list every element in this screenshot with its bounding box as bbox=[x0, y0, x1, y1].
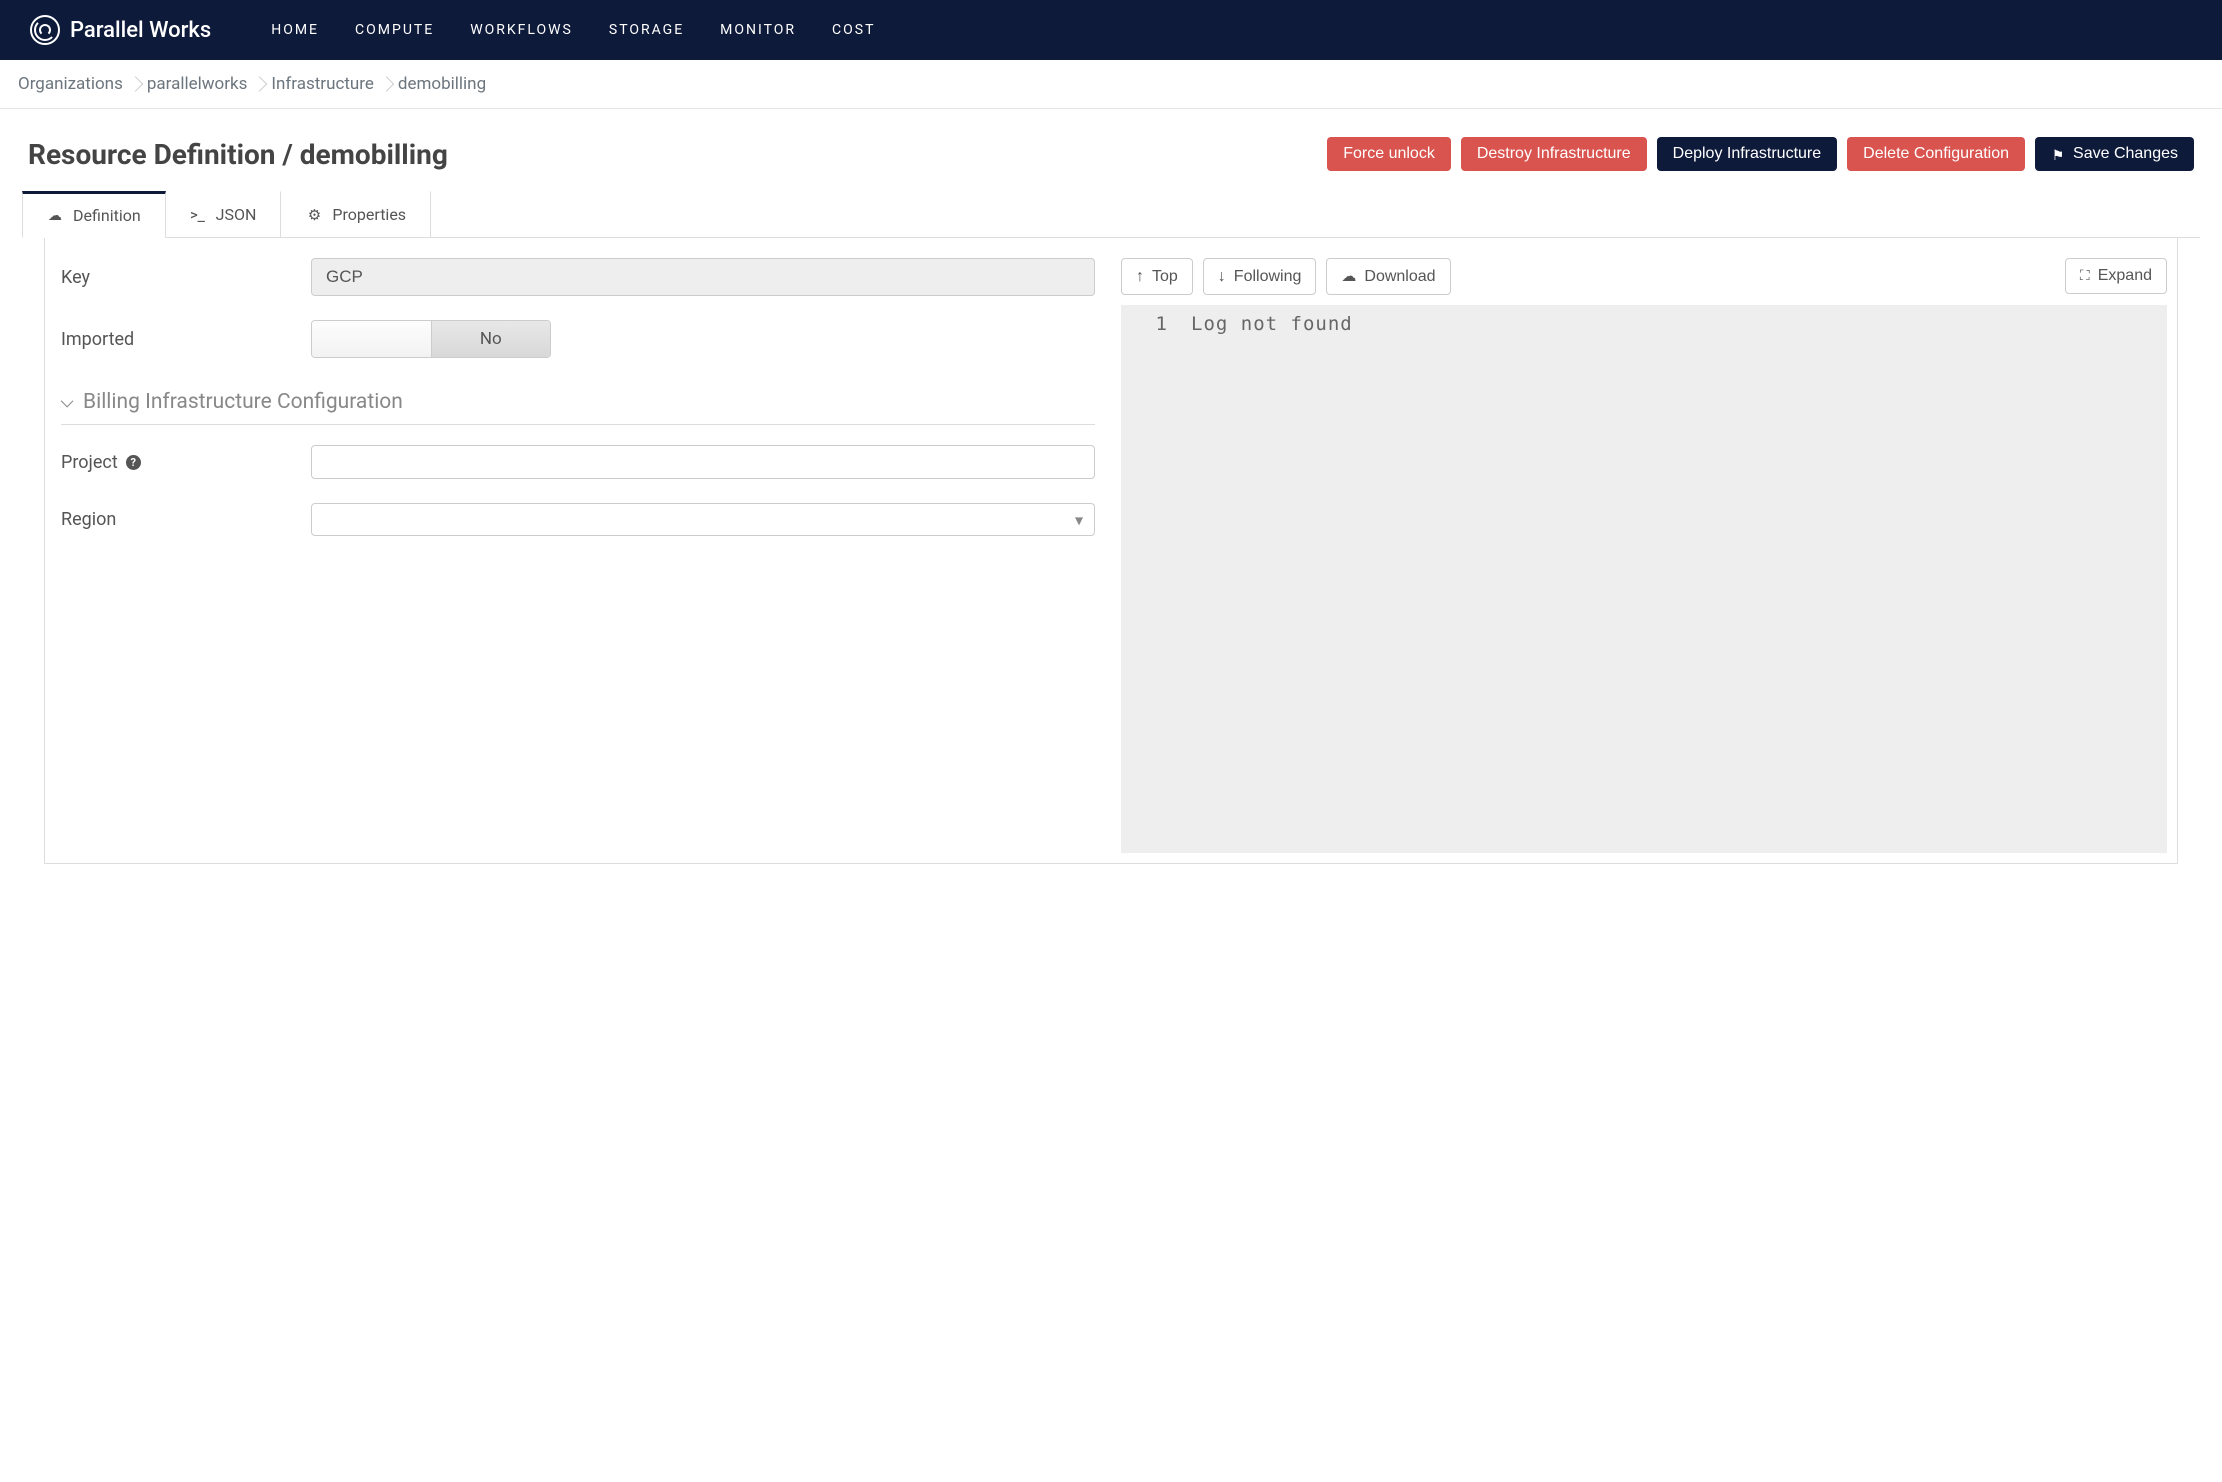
log-line-text: Log not found bbox=[1191, 313, 1353, 335]
save-changes-button[interactable]: Save Changes bbox=[2035, 137, 2194, 171]
project-label: Project ? bbox=[61, 452, 311, 473]
definition-form: Key Imported No Billing Infrastructure C… bbox=[45, 238, 1111, 863]
tab-definition[interactable]: Definition bbox=[22, 191, 166, 238]
content-panel: Key Imported No Billing Infrastructure C… bbox=[44, 238, 2178, 864]
brand-logo[interactable]: Parallel Works bbox=[30, 15, 211, 45]
destroy-infrastructure-button[interactable]: Destroy Infrastructure bbox=[1461, 137, 1647, 171]
breadcrumb: Organizations parallelworks Infrastructu… bbox=[0, 60, 2222, 109]
crumb-infrastructure[interactable]: Infrastructure bbox=[259, 74, 386, 94]
tabs: Definition JSON Properties bbox=[22, 191, 2200, 238]
chevron-down-icon bbox=[61, 395, 75, 409]
log-top-button[interactable]: Top bbox=[1121, 258, 1193, 295]
log-following-button[interactable]: Following bbox=[1203, 258, 1317, 295]
code-icon bbox=[190, 207, 206, 223]
billing-config-section-header[interactable]: Billing Infrastructure Configuration bbox=[61, 382, 1095, 425]
cloud-download-icon bbox=[1341, 267, 1356, 286]
key-input bbox=[311, 258, 1095, 296]
nav-monitor[interactable]: MONITOR bbox=[720, 22, 796, 38]
brand-name: Parallel Works bbox=[70, 18, 211, 43]
logo-swirl-icon bbox=[30, 15, 60, 45]
save-changes-label: Save Changes bbox=[2073, 145, 2178, 163]
imported-toggle[interactable]: No bbox=[311, 320, 551, 358]
log-viewer[interactable]: 1 Log not found bbox=[1121, 305, 2167, 853]
log-line-number: 1 bbox=[1137, 313, 1167, 335]
nav-storage[interactable]: STORAGE bbox=[609, 22, 684, 38]
billing-config-title: Billing Infrastructure Configuration bbox=[83, 390, 403, 414]
force-unlock-button[interactable]: Force unlock bbox=[1327, 137, 1451, 171]
arrow-up-icon bbox=[1136, 268, 1144, 286]
tab-json[interactable]: JSON bbox=[166, 191, 282, 237]
project-input[interactable] bbox=[311, 445, 1095, 479]
log-expand-button[interactable]: Expand bbox=[2065, 258, 2167, 294]
top-navbar: Parallel Works HOME COMPUTE WORKFLOWS ST… bbox=[0, 0, 2222, 60]
tab-json-label: JSON bbox=[216, 205, 257, 224]
help-icon[interactable]: ? bbox=[126, 455, 141, 470]
tab-properties-label: Properties bbox=[332, 205, 406, 224]
delete-configuration-button[interactable]: Delete Configuration bbox=[1847, 137, 2025, 171]
expand-icon bbox=[2080, 267, 2090, 285]
arrow-down-icon bbox=[1218, 268, 1226, 286]
imported-toggle-no: No bbox=[432, 321, 551, 357]
nav-compute[interactable]: COMPUTE bbox=[355, 22, 434, 38]
crumb-parallelworks[interactable]: parallelworks bbox=[135, 74, 260, 94]
crumb-organizations[interactable]: Organizations bbox=[18, 74, 135, 94]
region-label: Region bbox=[61, 509, 311, 530]
crumb-demobilling[interactable]: demobilling bbox=[386, 74, 498, 94]
imported-label: Imported bbox=[61, 329, 311, 350]
log-panel: Top Following Download Expand bbox=[1111, 238, 2177, 863]
deploy-infrastructure-button[interactable]: Deploy Infrastructure bbox=[1657, 137, 1838, 171]
nav-workflows[interactable]: WORKFLOWS bbox=[470, 22, 573, 38]
tab-definition-label: Definition bbox=[73, 206, 141, 225]
page-header: Resource Definition / demobilling Force … bbox=[0, 109, 2222, 191]
region-select[interactable] bbox=[311, 503, 1095, 536]
nav-home[interactable]: HOME bbox=[271, 22, 319, 38]
nav-links: HOME COMPUTE WORKFLOWS STORAGE MONITOR C… bbox=[271, 22, 875, 38]
log-toolbar: Top Following Download Expand bbox=[1121, 258, 2167, 295]
log-download-button[interactable]: Download bbox=[1326, 258, 1450, 295]
key-label: Key bbox=[61, 267, 311, 288]
page-title: Resource Definition / demobilling bbox=[28, 138, 448, 171]
action-buttons: Force unlock Destroy Infrastructure Depl… bbox=[1327, 137, 2194, 171]
tab-properties[interactable]: Properties bbox=[281, 191, 431, 237]
nav-cost[interactable]: COST bbox=[832, 22, 875, 38]
cloud-icon bbox=[47, 208, 63, 224]
gear-icon bbox=[306, 207, 322, 223]
log-line: 1 Log not found bbox=[1137, 313, 2151, 335]
imported-toggle-yes bbox=[312, 321, 432, 357]
flag-icon bbox=[2051, 147, 2065, 161]
